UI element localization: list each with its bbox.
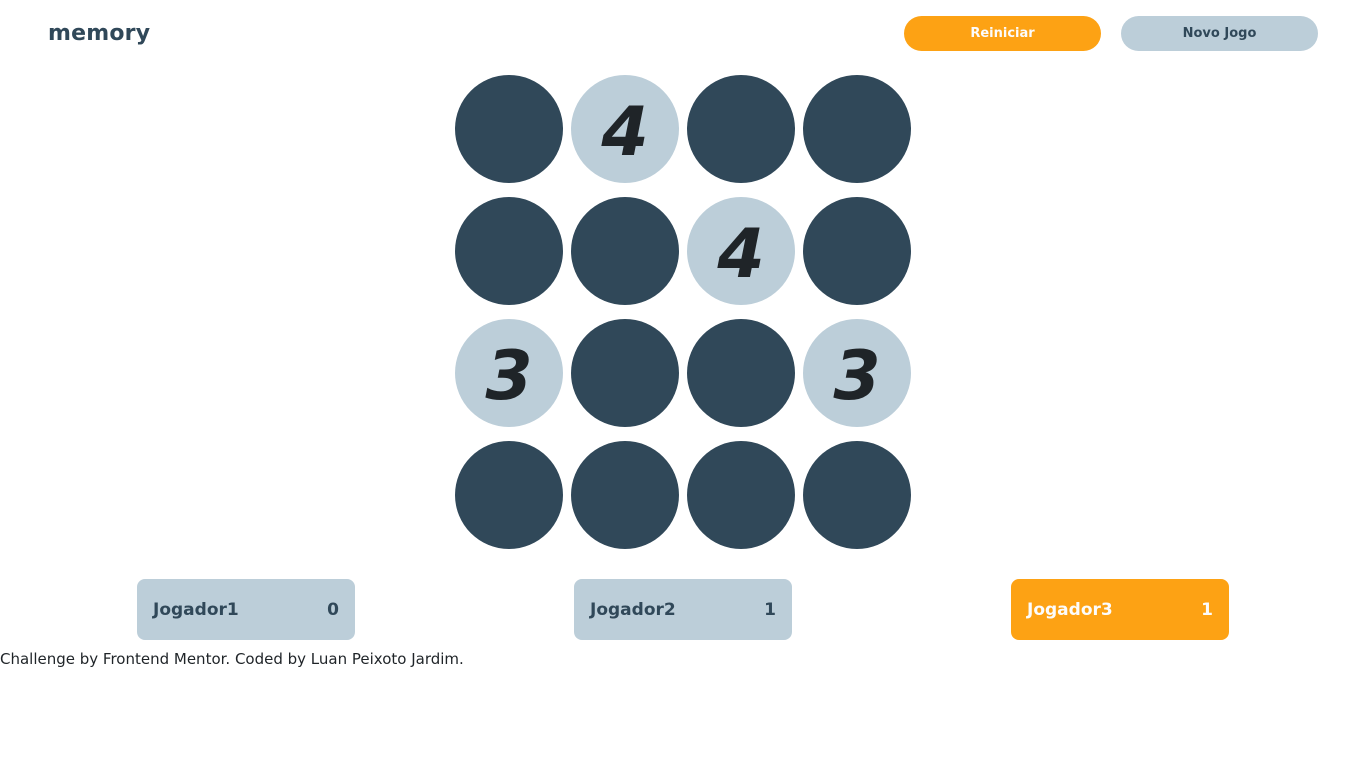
game-board: 4 4 3 3	[455, 75, 911, 549]
scoreboard: Jogador1 0 Jogador2 1 Jogador3 1	[0, 579, 1345, 640]
memory-tile[interactable]	[687, 75, 795, 183]
memory-tile[interactable]	[687, 441, 795, 549]
memory-tile[interactable]: 3	[455, 319, 563, 427]
player-name: Jogador3	[1027, 599, 1113, 620]
new-game-button[interactable]: Novo Jogo	[1121, 16, 1318, 51]
attribution-footer: Challenge by Frontend Mentor. Coded by L…	[0, 650, 464, 668]
player-name: Jogador2	[590, 599, 676, 620]
memory-tile[interactable]	[803, 75, 911, 183]
memory-tile[interactable]	[455, 75, 563, 183]
header-bar: memory Reiniciar Novo Jogo	[0, 0, 1345, 70]
memory-tile[interactable]	[803, 197, 911, 305]
memory-tile[interactable]: 3	[803, 319, 911, 427]
player-score: 1	[1201, 599, 1213, 620]
tile-value: 3	[485, 337, 533, 416]
player-score: 0	[327, 599, 339, 620]
tile-value: 4	[601, 93, 649, 172]
memory-tile[interactable]	[803, 441, 911, 549]
player-card-3: Jogador3 1	[1011, 579, 1229, 640]
player-card-2: Jogador2 1	[574, 579, 792, 640]
memory-tile[interactable]	[455, 197, 563, 305]
memory-tile[interactable]	[571, 441, 679, 549]
memory-tile[interactable]	[571, 197, 679, 305]
memory-tile[interactable]	[687, 319, 795, 427]
memory-tile[interactable]: 4	[687, 197, 795, 305]
memory-tile[interactable]: 4	[571, 75, 679, 183]
player-name: Jogador1	[153, 599, 239, 620]
tile-value: 4	[717, 215, 765, 294]
memory-tile[interactable]	[455, 441, 563, 549]
tile-value: 3	[833, 337, 881, 416]
player-card-1: Jogador1 0	[137, 579, 355, 640]
restart-button[interactable]: Reiniciar	[904, 16, 1101, 51]
app-logo: memory	[48, 21, 151, 46]
memory-tile[interactable]	[571, 319, 679, 427]
player-score: 1	[764, 599, 776, 620]
